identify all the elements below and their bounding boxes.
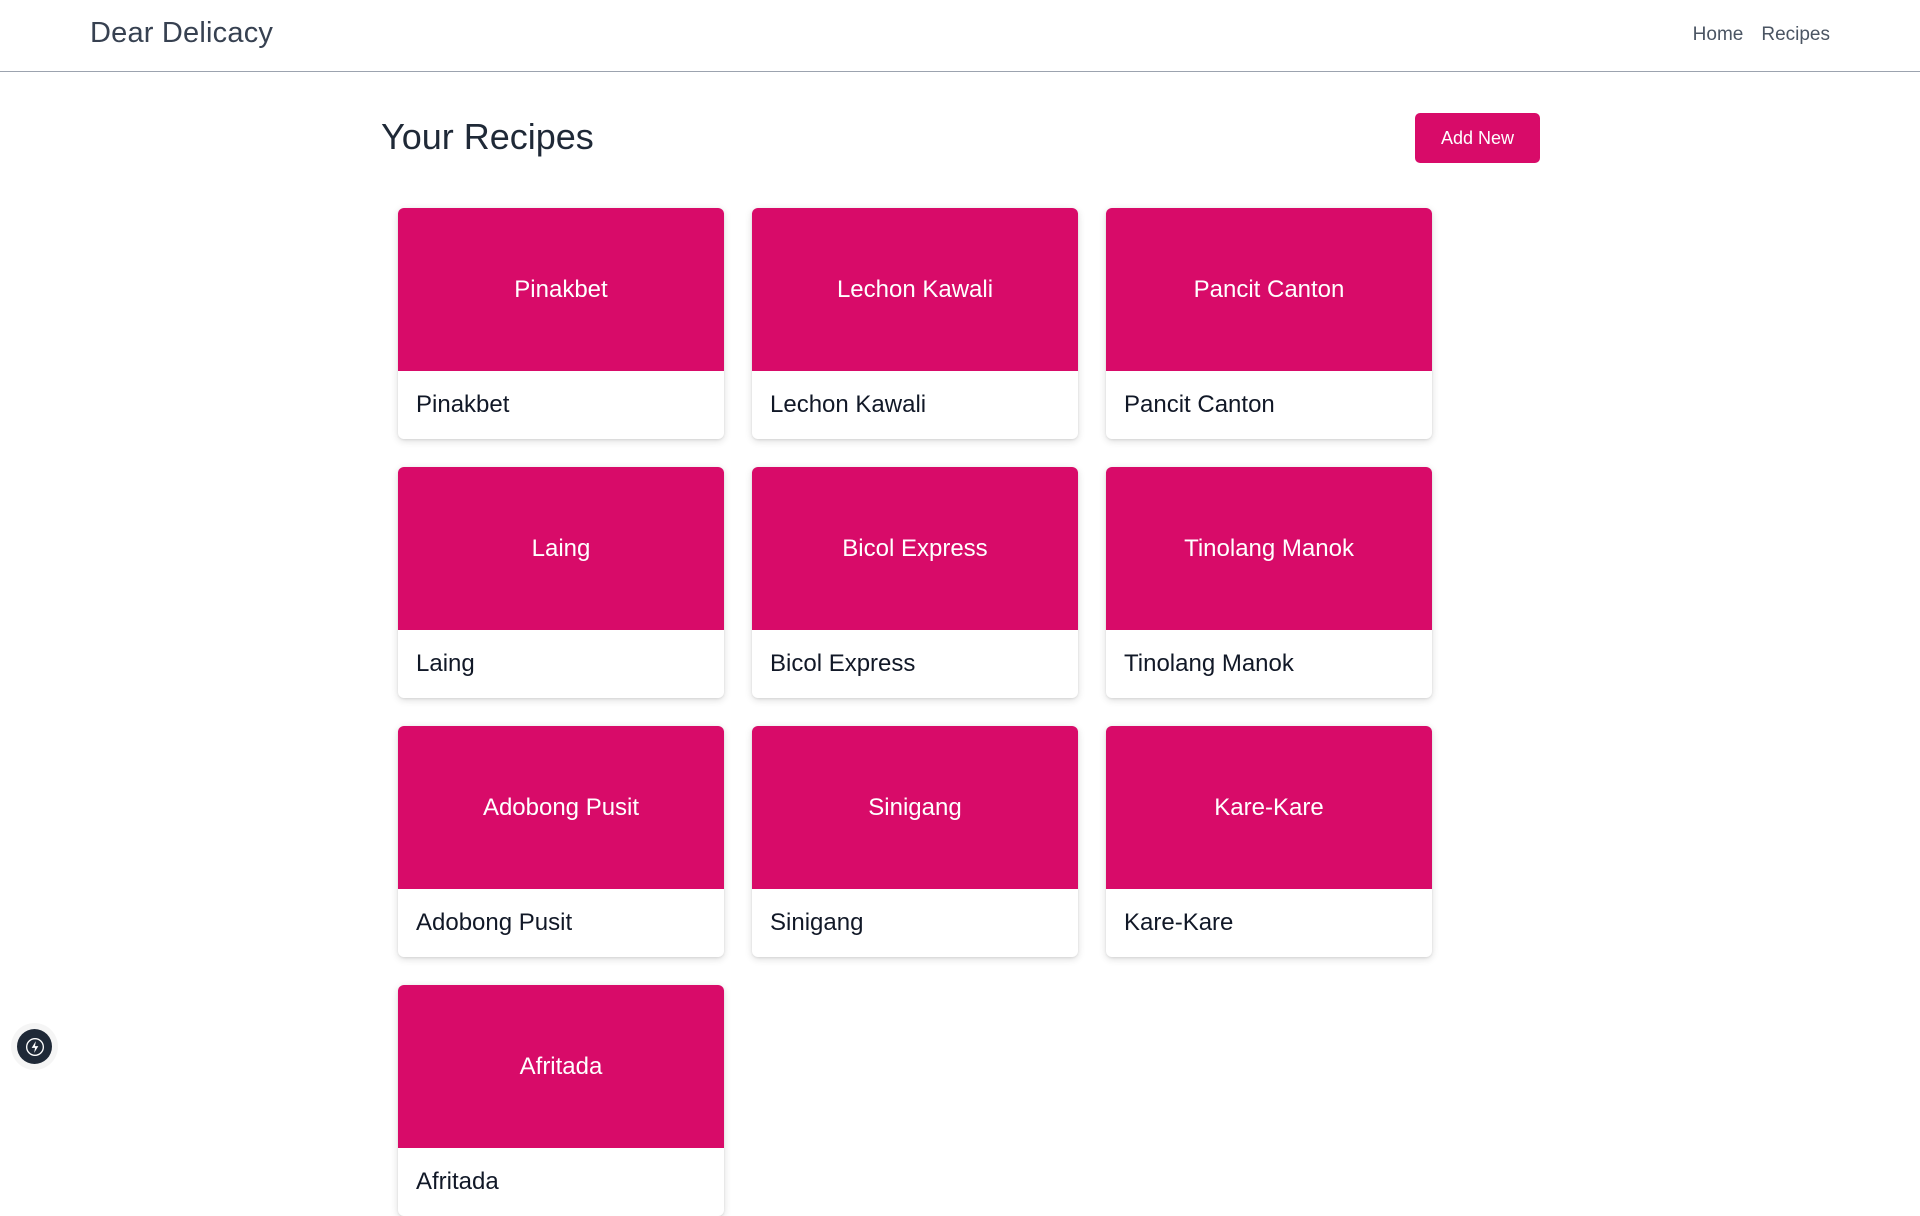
recipe-card-title: Adobong Pusit xyxy=(416,909,573,936)
recipe-card-title: Bicol Express xyxy=(770,650,916,677)
recipe-card[interactable]: Bicol Express Bicol Express xyxy=(752,467,1078,698)
lightning-bolt-icon xyxy=(25,1037,44,1056)
recipe-card[interactable]: Pinakbet Pinakbet xyxy=(398,208,724,439)
add-new-button[interactable]: Add New xyxy=(1415,113,1540,163)
brand-logo-text[interactable]: Dear Delicacy xyxy=(90,17,273,50)
recipe-card-title: Pancit Canton xyxy=(1124,391,1275,418)
recipe-card-banner: Pinakbet xyxy=(398,208,724,371)
recipe-card-banner: Kare-Kare xyxy=(1106,726,1432,889)
recipe-card-banner: Tinolang Manok xyxy=(1106,467,1432,630)
recipe-card-title: Laing xyxy=(416,650,475,677)
recipe-card[interactable]: Lechon Kawali Lechon Kawali xyxy=(752,208,1078,439)
recipe-card[interactable]: Kare-Kare Kare-Kare xyxy=(1106,726,1432,957)
recipe-card-banner: Afritada xyxy=(398,985,724,1148)
recipe-card[interactable]: Adobong Pusit Adobong Pusit xyxy=(398,726,724,957)
recipe-card-banner: Laing xyxy=(398,467,724,630)
recipe-card-banner: Pancit Canton xyxy=(1106,208,1432,371)
dev-tools-badge[interactable] xyxy=(17,1029,52,1064)
recipe-card-title: Kare-Kare xyxy=(1124,909,1234,936)
recipe-card-banner: Adobong Pusit xyxy=(398,726,724,889)
recipe-grid: Pinakbet Pinakbet Lechon Kawali Lechon K… xyxy=(398,208,1432,1216)
page-title: Your Recipes xyxy=(381,116,594,157)
recipe-card-title: Tinolang Manok xyxy=(1124,650,1294,677)
navbar: Dear Delicacy Home Recipes xyxy=(0,0,1920,72)
recipe-card-title: Pinakbet xyxy=(416,391,510,418)
recipe-card-title: Afritada xyxy=(416,1168,499,1195)
recipe-card-banner: Sinigang xyxy=(752,726,1078,889)
nav-link-recipes[interactable]: Recipes xyxy=(1761,24,1830,46)
recipe-card[interactable]: Afritada Afritada xyxy=(398,985,724,1216)
recipe-card[interactable]: Tinolang Manok Tinolang Manok xyxy=(1106,467,1432,698)
recipe-card-title: Sinigang xyxy=(770,909,864,936)
recipe-card-banner: Bicol Express xyxy=(752,467,1078,630)
recipe-card[interactable]: Sinigang Sinigang xyxy=(752,726,1078,957)
nav-links: Home Recipes xyxy=(1693,24,1830,46)
nav-link-home[interactable]: Home xyxy=(1693,24,1744,46)
recipe-card[interactable]: Pancit Canton Pancit Canton xyxy=(1106,208,1432,439)
recipe-card[interactable]: Laing Laing xyxy=(398,467,724,698)
recipe-card-banner: Lechon Kawali xyxy=(752,208,1078,371)
recipe-card-title: Lechon Kawali xyxy=(770,391,927,418)
